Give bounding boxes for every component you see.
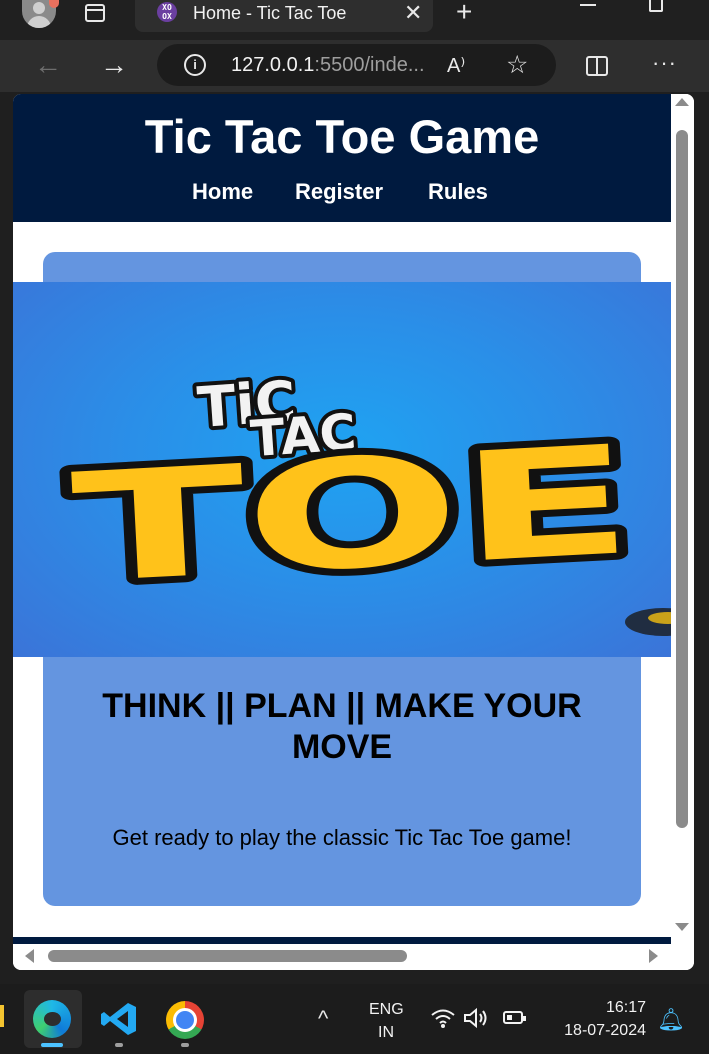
notification-bell-icon[interactable]: 🔔︎ <box>657 1007 685 1033</box>
clock-time: 16:17 <box>605 999 646 1016</box>
url-path: :5500/inde... <box>314 54 425 76</box>
input-language[interactable]: ENG IN <box>369 998 404 1044</box>
logo-toe: TOE <box>69 414 637 617</box>
scroll-right-arrow-icon[interactable] <box>649 949 658 963</box>
split-screen-icon[interactable] <box>586 56 608 76</box>
nav-link-home[interactable]: Home <box>192 179 253 205</box>
hero-image: TiC TAC TOE <box>13 282 671 657</box>
scroll-up-arrow-icon[interactable] <box>675 98 689 106</box>
edge-active-indicator <box>41 1043 63 1047</box>
tab-title[interactable]: Home - Tic Tac Toe <box>193 3 346 24</box>
vscode-icon[interactable] <box>100 1001 138 1037</box>
new-tab-button[interactable]: + <box>456 0 472 26</box>
chrome-running-indicator <box>181 1043 189 1047</box>
clock-date: 18-07-2024 <box>564 1022 646 1039</box>
language-code: ENG <box>369 1001 404 1018</box>
tab-favicon-icon: XO OX <box>157 2 177 22</box>
more-menu-icon[interactable]: ··· <box>652 50 677 76</box>
network-volume-icons[interactable] <box>430 1006 490 1029</box>
read-aloud-icon[interactable]: A⁾ <box>447 53 465 78</box>
maximize-icon[interactable] <box>649 0 663 12</box>
page-viewport: Tic Tac Toe Game Home Register Rules TiC… <box>13 94 694 970</box>
game-description: Get ready to play the classic Tic Tac To… <box>112 825 572 850</box>
favorite-star-icon[interactable]: ☆ <box>506 50 528 80</box>
site-info-icon[interactable]: i <box>184 54 206 76</box>
url-text[interactable]: 127.0.0.1:5500/inde... <box>231 54 425 77</box>
volume-icon <box>463 1007 487 1028</box>
nav-link-rules[interactable]: Rules <box>428 179 488 205</box>
forward-button[interactable]: → <box>100 48 128 82</box>
tab-actions-icon[interactable] <box>85 4 105 22</box>
site-footer-strip <box>13 937 671 944</box>
vscode-running-indicator <box>115 1043 123 1047</box>
wifi-icon <box>431 1009 455 1028</box>
chrome-icon[interactable] <box>166 1001 204 1039</box>
horizontal-scroll-thumb[interactable] <box>48 950 407 962</box>
edge-browser-icon[interactable] <box>33 1000 71 1038</box>
url-host: 127.0.0.1 <box>231 54 315 76</box>
battery-icon[interactable] <box>503 1011 526 1024</box>
vertical-scroll-thumb[interactable] <box>676 130 688 828</box>
tab-close-icon[interactable]: ✕ <box>404 2 422 24</box>
tic-tac-toe-logo: TiC TAC TOE <box>62 365 671 636</box>
tagline-heading: THINK || PLAN || MAKE YOUR MOVE <box>102 687 582 766</box>
back-button[interactable]: ← <box>34 48 62 82</box>
nav-link-register[interactable]: Register <box>295 179 383 205</box>
scroll-left-arrow-icon[interactable] <box>25 949 34 963</box>
scroll-down-arrow-icon[interactable] <box>675 923 689 931</box>
show-hidden-icons-chevron-icon[interactable]: ^ <box>318 1006 328 1032</box>
file-explorer-icon[interactable] <box>0 1005 4 1027</box>
language-region: IN <box>378 1024 394 1041</box>
taskbar-clock[interactable]: 16:17 18-07-2024 <box>548 996 646 1042</box>
site-title: Tic Tac Toe Game <box>144 110 540 163</box>
minimize-icon[interactable] <box>580 4 596 6</box>
